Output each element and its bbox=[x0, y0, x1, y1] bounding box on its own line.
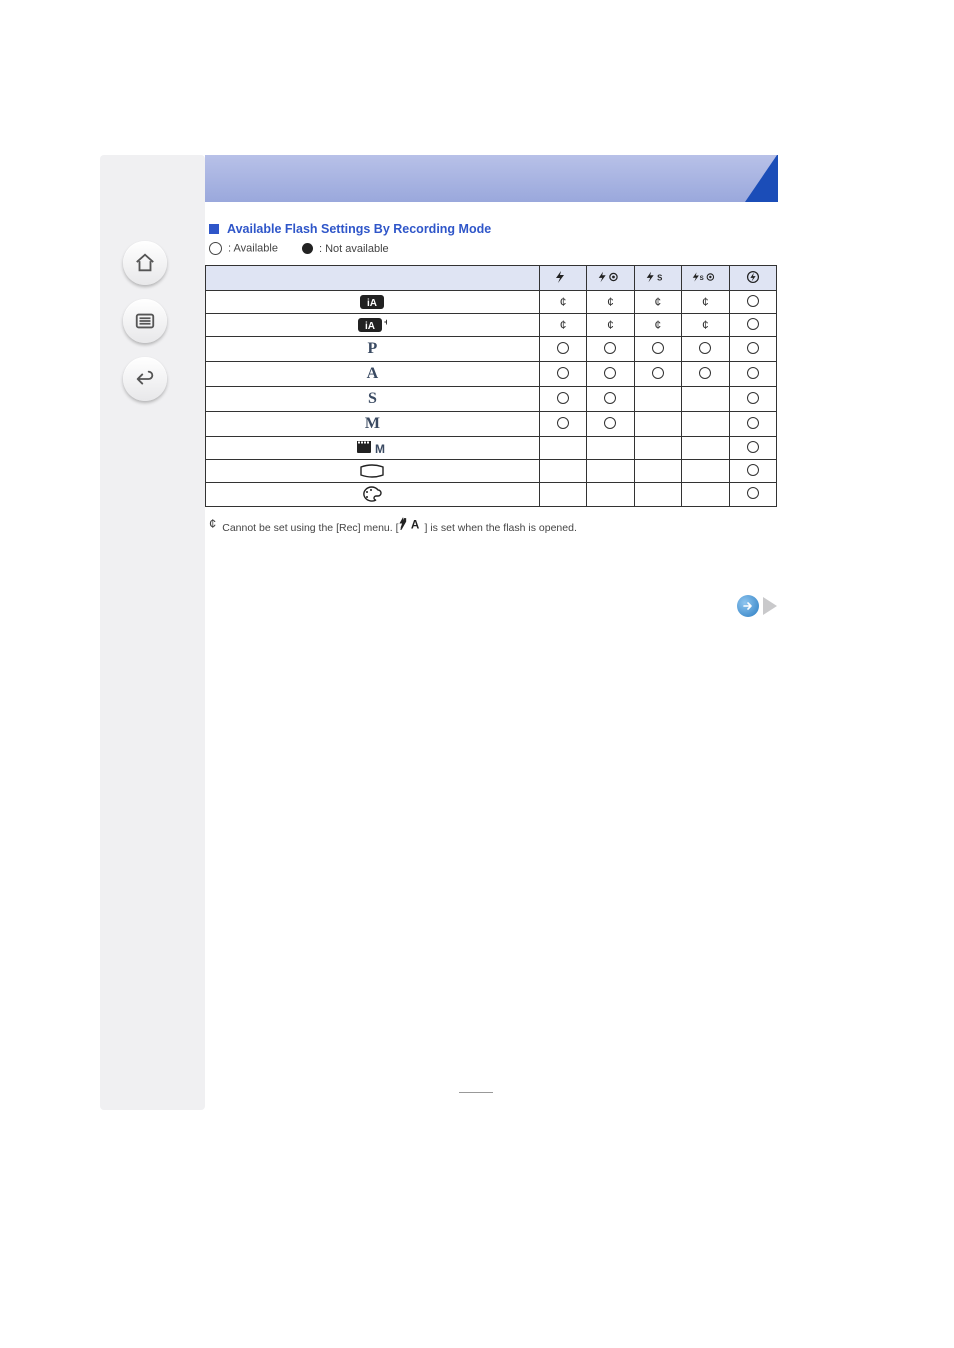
svg-text:iA: iA bbox=[365, 321, 375, 332]
legend: : Available : Not available bbox=[209, 242, 777, 255]
value-cell bbox=[634, 437, 681, 460]
value-cell bbox=[729, 483, 776, 506]
mode-row: P bbox=[206, 337, 777, 362]
value-cell bbox=[587, 337, 634, 362]
svg-text:iA: iA bbox=[367, 298, 377, 309]
value-cell bbox=[682, 362, 729, 387]
value-cell bbox=[634, 362, 681, 387]
nav-icon-group bbox=[123, 241, 167, 401]
value-cell bbox=[682, 460, 729, 483]
mode-cell bbox=[206, 460, 540, 483]
mode-cell: M bbox=[206, 412, 540, 437]
mode-row bbox=[206, 460, 777, 483]
svg-text:S: S bbox=[700, 275, 704, 282]
value-cell bbox=[682, 337, 729, 362]
col-auto-redeye-icon bbox=[587, 266, 634, 291]
col-forced-flash-icon bbox=[539, 266, 586, 291]
mode-row: S bbox=[206, 387, 777, 412]
mode-cell: M bbox=[206, 437, 540, 460]
menu-button[interactable] bbox=[123, 299, 167, 343]
value-cell bbox=[539, 337, 586, 362]
mode-cell: A bbox=[206, 362, 540, 387]
value-cell: ¢ bbox=[539, 291, 586, 314]
value-cell bbox=[729, 412, 776, 437]
value-cell bbox=[634, 483, 681, 506]
mode-cell: S bbox=[206, 387, 540, 412]
value-cell: ¢ bbox=[682, 314, 729, 337]
mode-row: M bbox=[206, 437, 777, 460]
value-cell bbox=[539, 460, 586, 483]
value-cell bbox=[587, 483, 634, 506]
page-footer-mark bbox=[459, 1092, 493, 1093]
mode-cell: P bbox=[206, 337, 540, 362]
mode-cell: iA bbox=[206, 291, 540, 314]
value-cell bbox=[682, 412, 729, 437]
value-cell bbox=[729, 387, 776, 412]
next-page-button[interactable] bbox=[737, 595, 759, 617]
iflash-a-icon: A bbox=[399, 517, 425, 531]
value-cell: ¢ bbox=[682, 291, 729, 314]
mode-row: iA+¢¢¢¢ bbox=[206, 314, 777, 337]
value-cell bbox=[729, 437, 776, 460]
value-cell bbox=[634, 387, 681, 412]
mode-row: A bbox=[206, 362, 777, 387]
value-cell bbox=[539, 437, 586, 460]
svg-text:A: A bbox=[410, 518, 419, 530]
footnote: ¢ Cannot be set using the [Rec] menu. [A… bbox=[209, 517, 777, 534]
heading-bullet bbox=[209, 224, 219, 234]
value-cell: ¢ bbox=[539, 314, 586, 337]
flash-settings-table: S S iA¢¢¢¢iA+¢¢¢¢PASMM bbox=[205, 265, 777, 507]
value-cell bbox=[539, 362, 586, 387]
mode-cell bbox=[206, 483, 540, 506]
svg-text:M: M bbox=[375, 442, 385, 455]
mode-row bbox=[206, 483, 777, 506]
svg-text:S: S bbox=[657, 273, 662, 282]
value-cell bbox=[729, 362, 776, 387]
value-cell bbox=[682, 387, 729, 412]
value-cell bbox=[587, 387, 634, 412]
value-cell bbox=[539, 483, 586, 506]
value-cell: ¢ bbox=[587, 314, 634, 337]
home-button[interactable] bbox=[123, 241, 167, 285]
value-cell bbox=[634, 412, 681, 437]
value-cell bbox=[587, 437, 634, 460]
mode-cell: iA + bbox=[206, 314, 540, 337]
value-cell: ¢ bbox=[634, 314, 681, 337]
pager bbox=[737, 595, 777, 617]
svg-text:+: + bbox=[384, 317, 387, 327]
value-cell bbox=[539, 412, 586, 437]
value-cell bbox=[634, 460, 681, 483]
value-cell bbox=[634, 337, 681, 362]
col-flash-off-icon bbox=[729, 266, 776, 291]
value-cell bbox=[729, 460, 776, 483]
title-bar bbox=[205, 155, 777, 202]
value-cell bbox=[539, 387, 586, 412]
legend-available: : Available bbox=[209, 242, 278, 255]
sidebar bbox=[100, 155, 205, 1110]
mode-row: iA¢¢¢¢ bbox=[206, 291, 777, 314]
back-button[interactable] bbox=[123, 357, 167, 401]
value-cell bbox=[587, 460, 634, 483]
value-cell bbox=[682, 483, 729, 506]
next-page-triangle[interactable] bbox=[763, 597, 777, 615]
value-cell: ¢ bbox=[587, 291, 634, 314]
footnote-text: Cannot be set using the [Rec] menu. [A] … bbox=[222, 517, 577, 534]
col-mode-blank bbox=[206, 266, 540, 291]
value-cell: ¢ bbox=[634, 291, 681, 314]
legend-not-available: : Not available bbox=[302, 243, 389, 255]
value-cell bbox=[729, 337, 776, 362]
value-cell bbox=[682, 437, 729, 460]
mode-row: M bbox=[206, 412, 777, 437]
footnote-mark: ¢ bbox=[209, 516, 216, 531]
heading-text: Available Flash Settings By Recording Mo… bbox=[227, 222, 491, 236]
value-cell bbox=[587, 412, 634, 437]
value-cell bbox=[729, 314, 776, 337]
main-content: Available Flash Settings By Recording Mo… bbox=[205, 155, 777, 534]
value-cell bbox=[729, 291, 776, 314]
col-slow-sync-redeye-icon: S bbox=[682, 266, 729, 291]
value-cell bbox=[587, 362, 634, 387]
col-slow-sync-icon: S bbox=[634, 266, 681, 291]
section-heading: Available Flash Settings By Recording Mo… bbox=[209, 222, 777, 236]
